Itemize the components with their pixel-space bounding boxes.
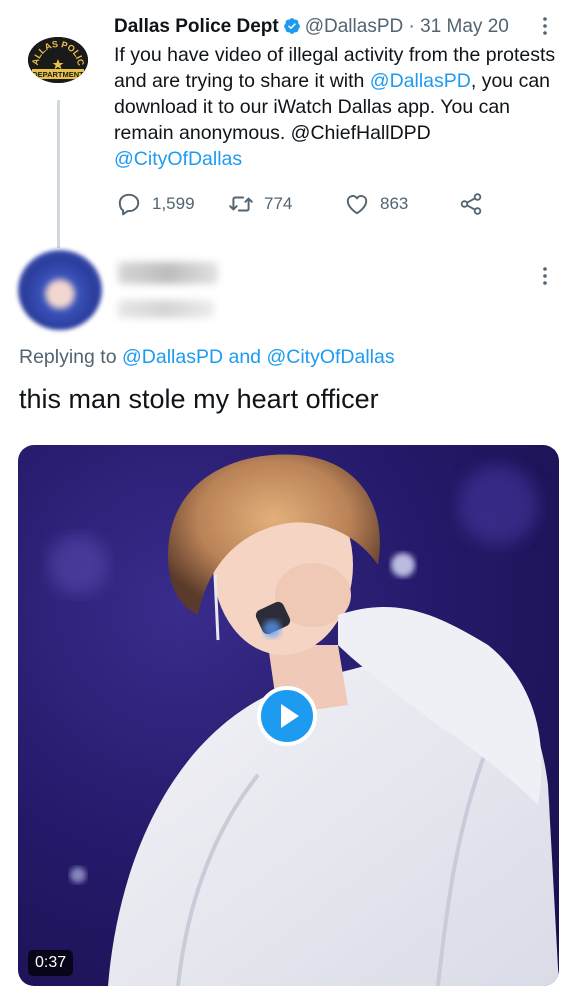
tweet-header: Dallas Police Dept @DallasPD · 31 May 20 bbox=[114, 14, 509, 40]
reply-icon bbox=[118, 193, 140, 216]
tweet-date[interactable]: 31 May 20 bbox=[420, 16, 509, 37]
police-badge-logo: DALLAS POLICE DEPARTMENT bbox=[28, 37, 88, 83]
reply-count: 1,599 bbox=[152, 194, 195, 213]
reply-button[interactable]: 1,599 bbox=[116, 188, 195, 220]
like-count: 863 bbox=[380, 194, 409, 213]
author-name[interactable]: Dallas Police Dept bbox=[114, 16, 279, 37]
avatar-text-bottom: DEPARTMENT bbox=[32, 70, 84, 79]
mention-link[interactable]: @DallasPD bbox=[370, 70, 471, 92]
replying-and: and bbox=[223, 346, 267, 368]
tweet-body: If you have video of illegal activity fr… bbox=[114, 42, 564, 172]
like-icon bbox=[346, 195, 368, 215]
share-button[interactable] bbox=[458, 188, 494, 220]
reply-author-avatar[interactable] bbox=[18, 250, 102, 330]
video-duration: 0:37 bbox=[28, 950, 74, 976]
reply-text: this man stole my heart officer bbox=[19, 384, 379, 414]
retweet-count: 774 bbox=[264, 194, 293, 213]
author-avatar[interactable]: DALLAS POLICE DEPARTMENT bbox=[28, 37, 88, 83]
play-button-icon[interactable] bbox=[257, 686, 317, 746]
thread-line bbox=[57, 100, 60, 248]
date-separator: · bbox=[408, 16, 415, 37]
retweet-icon bbox=[229, 196, 253, 212]
like-button[interactable]: 863 bbox=[344, 188, 408, 220]
redacted-author-name bbox=[118, 262, 218, 284]
verified-badge-icon bbox=[283, 18, 300, 34]
retweet-button[interactable]: 774 bbox=[228, 188, 292, 220]
more-icon[interactable] bbox=[535, 14, 555, 38]
tweet-actions: 1,599 774 863 bbox=[114, 188, 494, 220]
more-icon[interactable] bbox=[535, 264, 555, 288]
redacted-author-handle bbox=[118, 300, 214, 318]
author-handle[interactable]: @DallasPD bbox=[305, 16, 403, 37]
mention-link[interactable]: @CityOfDallas bbox=[114, 148, 242, 170]
mention-link[interactable]: @CityOfDallas bbox=[266, 346, 394, 368]
replying-to-line: Replying to @DallasPD and @CityOfDallas bbox=[19, 346, 395, 369]
share-icon bbox=[460, 193, 482, 215]
mention-link[interactable]: @DallasPD bbox=[122, 346, 223, 368]
replying-prefix: Replying to bbox=[19, 346, 122, 368]
